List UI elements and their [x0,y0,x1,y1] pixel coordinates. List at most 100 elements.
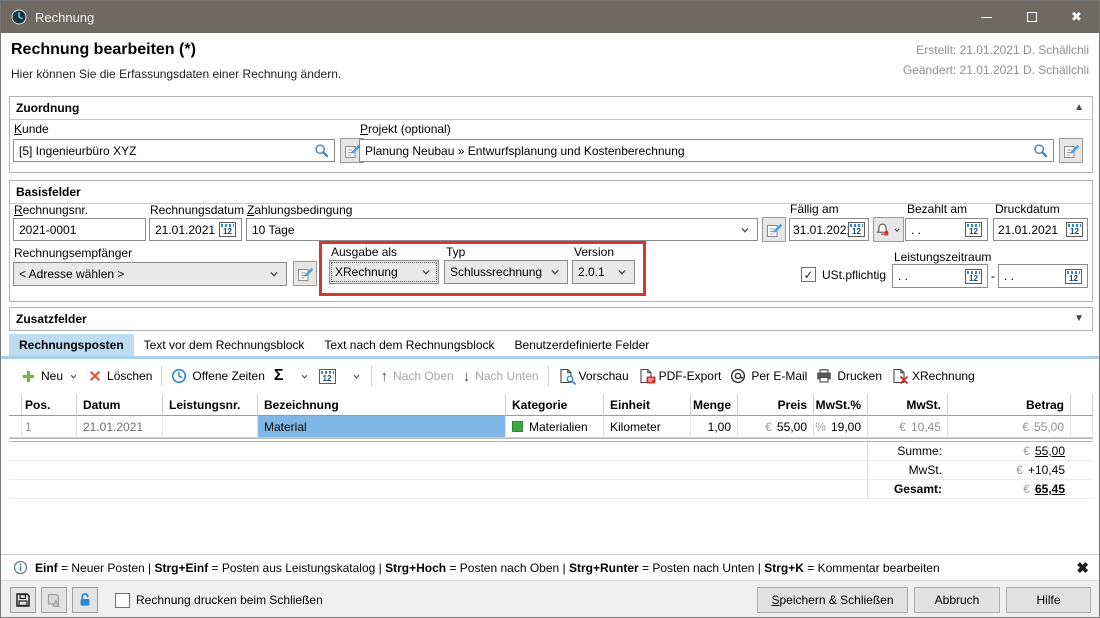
date-menu-button[interactable] [319,369,362,384]
toolbar-separator [371,366,372,386]
col-header-pos[interactable]: Pos. [19,394,77,416]
reminder-split-button[interactable] [873,217,904,242]
cell-preis[interactable]: €55,00 [738,416,814,438]
cell-bezeichnung[interactable]: Material [258,416,506,438]
xrechnung-label: XRechnung [912,369,975,383]
loeschen-button[interactable]: Löschen [88,369,152,383]
col-header-leistungsnr[interactable]: Leistungsnr. [163,394,258,416]
empfaenger-edit-button[interactable] [293,261,317,286]
cell-mwst-pct[interactable]: %19,00 [814,416,868,438]
typ-combo[interactable]: Schlussrechnung [444,260,568,284]
ust-checkbox[interactable]: ✓ [801,267,816,282]
pdf-export-button[interactable]: PDF-Export [638,368,722,384]
mwst-pct-value: 19,00 [831,420,861,434]
rechnungsnr-input[interactable]: 2021-0001 [13,218,146,241]
chevron-down-icon[interactable] [548,265,562,279]
projekt-edit-button[interactable] [1059,138,1083,163]
calendar-icon[interactable] [1065,269,1082,284]
minimize-button[interactable] [964,1,1009,33]
zahlungsbedingung-combo[interactable]: 10 Tage [246,218,758,241]
chevron-down-icon[interactable] [351,371,362,382]
druckdatum-value: 21.01.2021 [998,223,1066,237]
save-button[interactable] [10,587,36,613]
neu-button[interactable]: Neu [21,369,79,384]
calendar-icon[interactable] [848,222,865,237]
ausgabe-combo[interactable]: XRechnung [329,260,439,284]
chevron-down-icon[interactable] [892,225,902,235]
print-on-close-checkbox[interactable] [115,593,130,608]
calendar-icon[interactable] [219,222,236,237]
hint-close-icon[interactable]: ✖ [1076,559,1089,577]
pdf-export-label: PDF-Export [659,369,722,383]
search-icon[interactable] [314,143,329,158]
selected-cell[interactable]: Material [258,416,505,437]
edit-icon [297,266,313,282]
sum-button[interactable]: Σ [274,367,310,385]
chevron-down-icon[interactable] [299,371,310,382]
calendar-icon[interactable] [1066,222,1083,237]
leistungszeitraum-bis-input[interactable]: . . [998,264,1088,288]
zusatzfelder-title: Zusatzfelder [16,312,87,326]
cancel-button[interactable]: Abbruch [914,587,1000,613]
col-header-menge[interactable]: Menge [691,394,738,416]
tab-text-vor[interactable]: Text vor dem Rechnungsblock [134,334,315,356]
cell-pos[interactable]: 1 [19,416,77,438]
kunde-input[interactable]: [5] Ingenieurbüro XYZ [13,139,335,162]
xrechnung-export-button[interactable]: XRechnung [891,368,975,384]
cell-kategorie[interactable]: Materialien [506,416,604,438]
chevron-down-icon[interactable] [615,265,629,279]
tab-benutzerdefinierte-felder[interactable]: Benutzerdefinierte Felder [505,334,660,356]
col-header-bezeichnung[interactable]: Bezeichnung [258,394,506,416]
tab-rechnungsposten[interactable]: Rechnungsposten [9,334,134,356]
version-combo[interactable]: 2.0.1 [572,260,635,284]
col-header-mwst[interactable]: MwSt. [868,394,948,416]
col-header-betrag[interactable]: Betrag [948,394,1071,416]
save-and-close-button[interactable]: Speichern & Schließen [757,587,908,613]
drucken-button[interactable]: Drucken [816,368,882,384]
offene-zeiten-button[interactable]: Offene Zeiten [171,368,265,384]
cell-einheit[interactable]: Kilometer [604,416,691,438]
rechnungsdatum-input[interactable]: 21.01.2021 [149,218,242,241]
bezahlt-input[interactable]: . . [905,218,988,241]
per-email-button[interactable]: Per E-Mail [730,368,807,384]
help-button[interactable]: Hilfe [1006,587,1091,613]
search-icon[interactable] [1033,143,1048,158]
leistungszeitraum-von-input[interactable]: . . [892,264,988,288]
bell-off-icon [875,222,890,237]
vorschau-button[interactable]: Vorschau [558,368,629,384]
calendar-icon[interactable] [965,269,982,284]
faellig-input[interactable]: 31.01.2021 [789,218,869,241]
chevron-down-icon[interactable] [68,371,79,382]
projekt-input[interactable]: Planung Neubau » Entwurfsplanung und Kos… [359,139,1054,162]
chevron-down-icon[interactable] [419,265,433,279]
currency-sign: € [899,420,906,434]
tab-bar: Rechnungsposten Text vor dem Rechnungsbl… [9,334,659,356]
col-header-preis[interactable]: Preis [738,394,814,416]
close-button[interactable]: ✖ [1054,1,1099,33]
empfaenger-combo[interactable]: < Adresse wählen > [13,262,287,286]
chevron-down-icon[interactable] [267,267,281,281]
loeschen-label: Löschen [107,369,152,383]
ust-checkbox-row[interactable]: ✓ USt.pflichtig [801,267,886,282]
hint-key: Strg+Hoch [385,561,446,575]
collapse-up-icon[interactable]: ▲ [1074,102,1084,113]
calendar-icon[interactable] [965,222,982,237]
collapse-down-icon[interactable]: ▼ [1074,313,1084,324]
cell-menge[interactable]: 1,00 [691,416,738,438]
lz-bis-value: . . [1004,269,1065,283]
tab-text-nach[interactable]: Text nach dem Rechnungsblock [314,334,504,356]
unlock-button[interactable] [72,587,98,613]
zahlungsbedingung-edit-button[interactable] [762,217,786,242]
col-header-mwst-pct[interactable]: MwSt.% [814,394,868,416]
col-header-einheit[interactable]: Einheit [604,394,691,416]
cell-leistungsnr[interactable] [163,416,258,438]
lz-von-value: . . [898,269,965,283]
empfaenger-label: Rechnungsempfänger [14,246,132,260]
col-header-datum[interactable]: Datum [77,394,163,416]
cell-datum[interactable]: 21.01.2021 [77,416,163,438]
druckdatum-input[interactable]: 21.01.2021 [993,218,1088,241]
maximize-button[interactable] [1009,1,1054,33]
hint-key: Einf [35,561,58,575]
chevron-down-icon[interactable] [738,223,752,237]
col-header-kategorie[interactable]: Kategorie [506,394,604,416]
